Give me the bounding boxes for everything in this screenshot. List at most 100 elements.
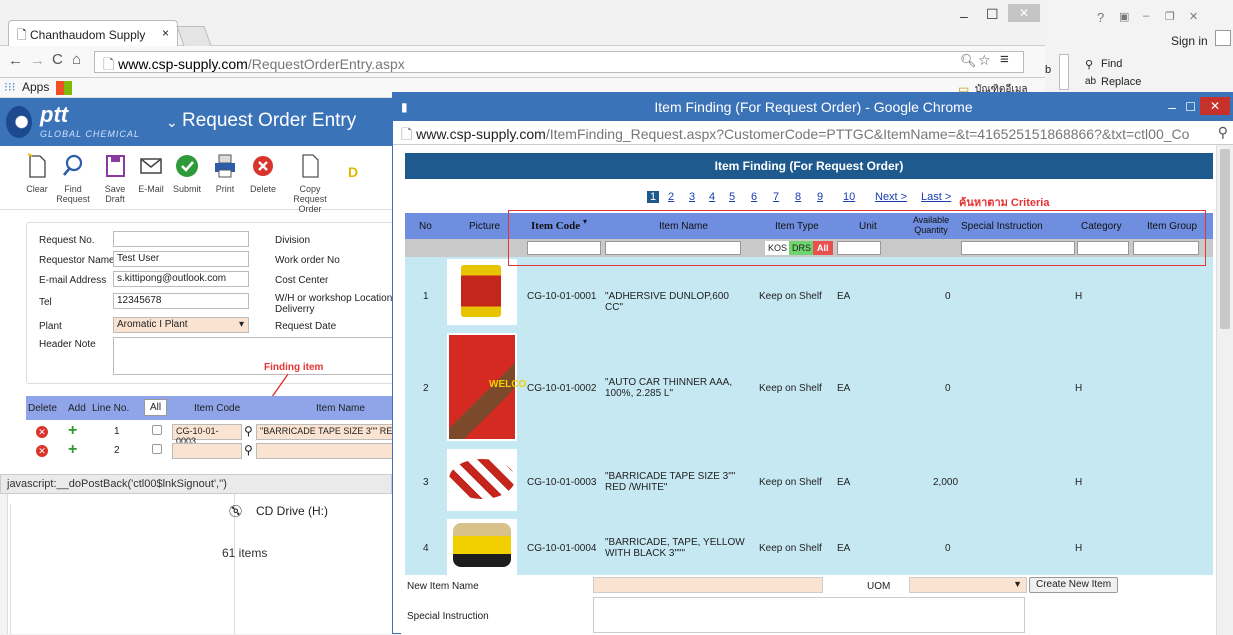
header-note-textarea[interactable] [113, 337, 397, 375]
help-icon[interactable]: ? [1097, 10, 1104, 25]
browser-titlebar: 🗋 Chanthaudom Supply × – ☐ ✕ [0, 0, 1045, 46]
table-row[interactable]: 2 WELCO CG-10-01-0002 "AUTO CAR THINNER … [405, 331, 1213, 443]
plant-label: Plant [39, 321, 62, 332]
close-window-icon[interactable]: ✕ [1008, 4, 1040, 22]
page-link-8[interactable]: 8 [795, 191, 801, 203]
popup-scrollbar[interactable] [1216, 145, 1233, 635]
save-draft-button[interactable]: Save Draft [96, 152, 134, 204]
tab-close-icon[interactable]: × [162, 26, 169, 40]
minimize-icon[interactable]: – [960, 8, 968, 24]
minimize-icon[interactable]: – [1168, 93, 1176, 121]
email-input[interactable]: s.kittipong@outlook.com [113, 271, 249, 287]
popup-address-bar[interactable]: 🗋 www.csp-supply.com/ItemFinding_Request… [393, 121, 1233, 145]
grid-header: Delete Add Line No. All Item Code Item N… [26, 396, 396, 420]
email-button[interactable]: E-Mail [135, 152, 167, 194]
maximize-icon[interactable]: ☐ [1185, 93, 1196, 121]
scrollbar-thumb[interactable] [1220, 149, 1230, 329]
table-row[interactable]: 4 CG-10-01-0004 "BARRICADE, TAPE, YELLOW… [405, 517, 1213, 575]
print-button[interactable]: Print [208, 152, 242, 194]
search-icon[interactable]: ⚲ [244, 424, 253, 438]
submit-button[interactable]: Submit [170, 152, 204, 194]
add-row-icon[interactable]: + [68, 423, 77, 439]
page-link-10[interactable]: 10 [843, 191, 855, 203]
forward-icon[interactable]: → [30, 52, 45, 69]
action-toolbar: Clear Find Request Save Draft E-Mail Sub… [0, 146, 395, 214]
copy-request-order-button[interactable]: Copy Request Order [284, 152, 336, 214]
item-code-input[interactable]: CG-10-01-0003 [172, 424, 242, 446]
page-link-9[interactable]: 9 [817, 191, 823, 203]
home-icon[interactable]: ⌂ [72, 51, 81, 68]
cd-drive-label[interactable]: CD Drive (H:) [256, 504, 328, 518]
results-table-body: 1 CG-10-01-0001 "ADHERSIVE DUNLOP,600 CC… [405, 257, 1213, 575]
apps-label[interactable]: Apps [22, 80, 49, 94]
plant-select[interactable]: Aromatic I Plant ▾ [113, 317, 249, 333]
page-link-1[interactable]: 1 [647, 191, 660, 203]
delete-row-icon[interactable]: ✕ [36, 445, 48, 457]
minimize-icon[interactable]: – [1143, 10, 1149, 22]
page-icon: ▮ [401, 100, 408, 114]
item-name-input[interactable] [256, 443, 396, 459]
select-all-button[interactable]: All [144, 399, 168, 416]
account-avatar-icon[interactable] [1215, 30, 1231, 46]
page-link-6[interactable]: 6 [751, 191, 757, 203]
maximize-icon[interactable]: ☐ [986, 6, 999, 23]
row-checkbox[interactable] [152, 425, 162, 435]
page-link-7[interactable]: 7 [773, 191, 779, 203]
next-page-link[interactable]: Next > [875, 191, 907, 203]
menu-icon[interactable]: ≡ [1000, 51, 1009, 68]
request-header-form: Request No. Requestor Name Test User E-m… [26, 222, 397, 384]
b-label: b [1045, 64, 1052, 76]
address-bar[interactable]: 🗋 www.csp-supply.com/RequestOrderEntry.a… [94, 51, 1024, 73]
close-window-icon[interactable]: ✕ [1200, 97, 1230, 115]
criteria-annotation: ค้นหาตาม Criteria [959, 197, 1050, 209]
reload-icon[interactable]: C [52, 51, 63, 68]
find-request-button[interactable]: Find Request [56, 152, 90, 204]
zoom-icon[interactable]: 🔍︎ [960, 53, 977, 69]
zoom-icon[interactable]: ⚲ [1218, 124, 1228, 141]
bookmark-star-icon[interactable]: ☆ [978, 52, 991, 69]
table-row[interactable]: 1 CG-10-01-0001 "ADHERSIVE DUNLOP,600 CC… [405, 257, 1213, 329]
division-label: Division [275, 235, 311, 246]
apps-grid-icon[interactable]: ⁝⁝⁝ [4, 80, 15, 94]
requestor-label: Requestor Name [39, 255, 115, 266]
restore-icon[interactable]: ❐ [1165, 10, 1175, 23]
item-code-input[interactable] [172, 443, 242, 459]
delete-button[interactable]: Delete [246, 152, 280, 194]
browser-toolbar: ← → C ⌂ 🗋 www.csp-supply.com/RequestOrde… [0, 46, 1045, 78]
page-link-2[interactable]: 2 [668, 191, 674, 203]
item-unit: EA [837, 383, 851, 394]
spinner-control[interactable] [1059, 54, 1069, 90]
close-icon[interactable]: ✕ [1189, 10, 1198, 23]
delete-row-icon[interactable]: ✕ [36, 426, 48, 438]
replace-button[interactable]: Replace [1101, 76, 1141, 88]
requestor-input[interactable]: Test User [113, 251, 249, 267]
sign-in-link[interactable]: Sign in [1171, 34, 1208, 48]
page-link-5[interactable]: 5 [729, 191, 735, 203]
row-checkbox[interactable] [152, 444, 162, 454]
new-item-name-input[interactable] [593, 577, 823, 593]
explorer-scroll[interactable] [0, 494, 8, 634]
page-link-4[interactable]: 4 [709, 191, 715, 203]
chevron-down-icon[interactable]: ⌄ [166, 114, 178, 131]
available-quantity: 2,000 [933, 477, 959, 488]
table-row[interactable]: 3 CG-10-01-0003 "BARRICADE TAPE SIZE 3""… [405, 447, 1213, 513]
create-new-item-button[interactable]: Create New Item [1029, 577, 1119, 593]
uom-select[interactable]: ▼ [909, 577, 1027, 593]
windows-logo-icon[interactable] [56, 81, 72, 95]
browser-tab[interactable]: 🗋 Chanthaudom Supply × [8, 20, 178, 46]
ribbon-display-icon[interactable]: ▣ [1119, 10, 1129, 23]
last-page-link[interactable]: Last > [921, 191, 951, 203]
special-instruction-textarea[interactable] [593, 597, 1025, 633]
search-icon[interactable]: ⚲ [244, 443, 253, 457]
page-link-3[interactable]: 3 [689, 191, 695, 203]
request-no-input[interactable] [113, 231, 249, 247]
tel-input[interactable]: 12345678 [113, 293, 249, 309]
item-category: H [1075, 291, 1083, 302]
line-no: 1 [114, 426, 120, 437]
new-tab-button[interactable] [176, 26, 212, 46]
find-button[interactable]: Find [1101, 58, 1122, 70]
item-name-input[interactable]: "BARRICADE TAPE SIZE 3"" RED [256, 424, 396, 440]
clear-button[interactable]: Clear [20, 152, 54, 194]
add-row-icon[interactable]: + [68, 442, 77, 458]
back-icon[interactable]: ← [8, 52, 23, 69]
